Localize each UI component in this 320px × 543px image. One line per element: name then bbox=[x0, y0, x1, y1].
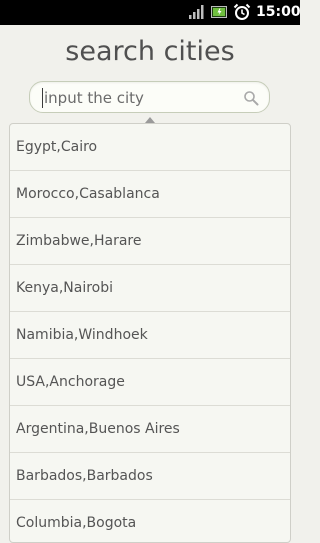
status-time: 15:00 bbox=[256, 4, 301, 20]
search-box[interactable] bbox=[29, 81, 270, 113]
city-list-item[interactable]: Argentina,Buenos Aires bbox=[10, 406, 290, 453]
status-bar: 15:00 bbox=[0, 0, 301, 25]
city-list-item[interactable]: Zimbabwe,Harare bbox=[10, 218, 290, 265]
city-list-item[interactable]: Kenya,Nairobi bbox=[10, 265, 290, 312]
alarm-clock-icon bbox=[233, 3, 251, 20]
battery-icon bbox=[211, 6, 227, 18]
page-title: search cities bbox=[65, 36, 235, 67]
city-suggestion-list[interactable]: Egypt,Cairo Morocco,Casablanca Zimbabwe,… bbox=[9, 123, 291, 543]
city-list-item[interactable]: Namibia,Windhoek bbox=[10, 312, 290, 359]
city-list-item[interactable]: Egypt,Cairo bbox=[10, 124, 290, 171]
search-input[interactable] bbox=[44, 85, 234, 111]
signal-icon bbox=[189, 5, 204, 19]
city-list-item[interactable]: USA,Anchorage bbox=[10, 359, 290, 406]
search-icon[interactable] bbox=[243, 90, 259, 106]
city-list-item[interactable]: Barbados,Barbados bbox=[10, 453, 290, 500]
text-cursor bbox=[42, 88, 43, 108]
city-list-item[interactable]: Columbia,Bogota bbox=[10, 500, 290, 542]
city-list-item[interactable]: Morocco,Casablanca bbox=[10, 171, 290, 218]
